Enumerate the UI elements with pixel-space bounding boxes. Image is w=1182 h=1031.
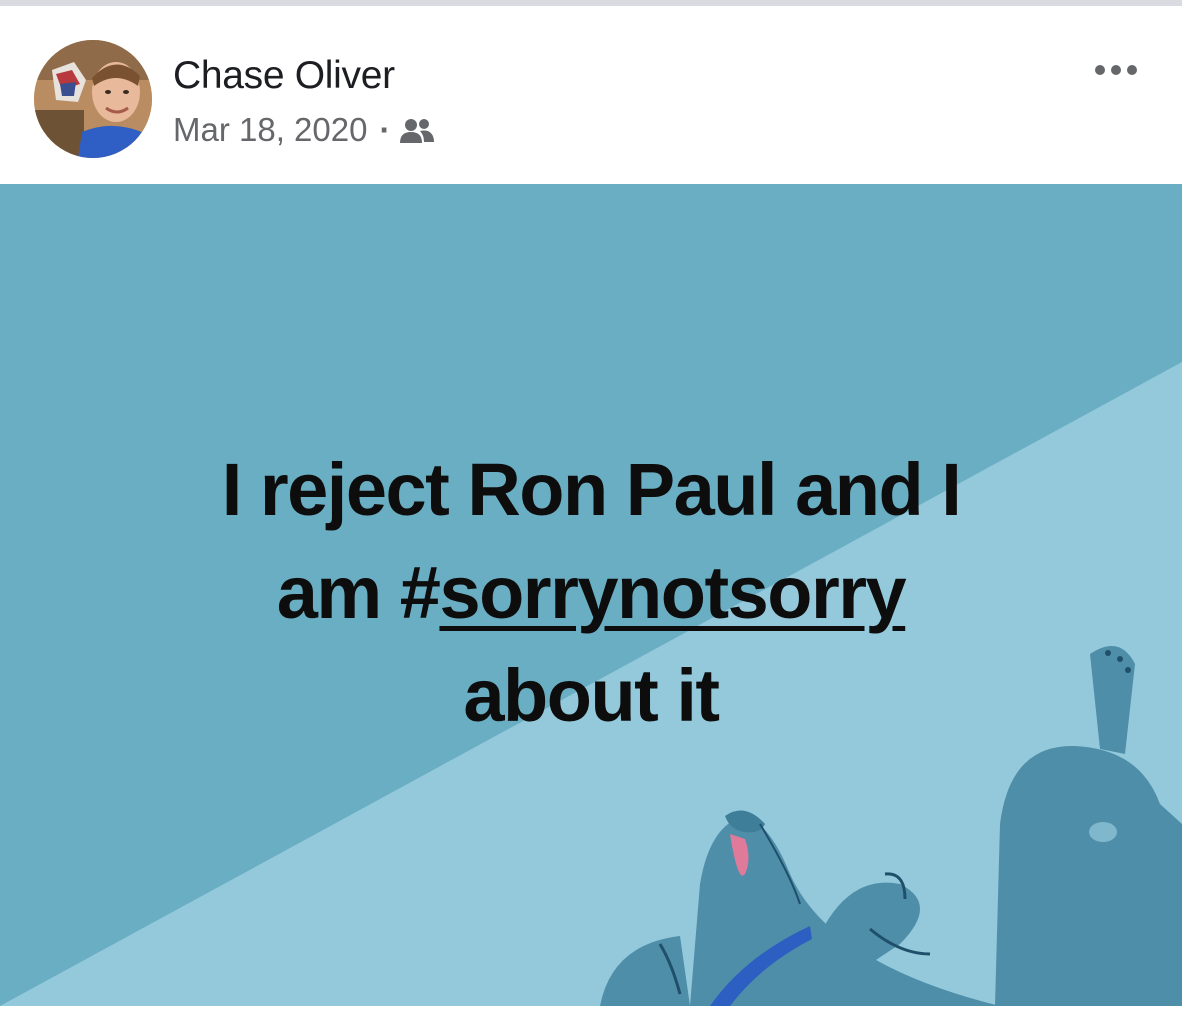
post-meta: Mar 18, 2020 · [173, 110, 435, 150]
meta-separator: · [379, 111, 391, 148]
post-text-line-1: I reject Ron Paul and I [221, 448, 962, 531]
post-date[interactable]: Mar 18, 2020 [173, 111, 367, 149]
hashtag-prefix: am # [276, 551, 441, 634]
hashtag-link[interactable]: sorrynotsorry [439, 551, 906, 634]
avatar-image [34, 40, 152, 158]
post-text: I reject Ron Paul and I am #sorrynotsorr… [0, 438, 1182, 747]
post-footer-strip [0, 1006, 1182, 1031]
post-background: I reject Ron Paul and I am #sorrynotsorr… [0, 184, 1182, 1006]
more-options-icon[interactable] [1090, 56, 1142, 84]
author-name[interactable]: Chase Oliver [173, 54, 395, 98]
friends-icon[interactable] [400, 117, 435, 147]
post-header: Chase Oliver Mar 18, 2020 · [0, 6, 1182, 184]
author-avatar[interactable] [34, 40, 152, 158]
post-text-line-2: am #sorrynotsorry [0, 541, 1182, 644]
post-text-line-3: about it [463, 654, 720, 737]
